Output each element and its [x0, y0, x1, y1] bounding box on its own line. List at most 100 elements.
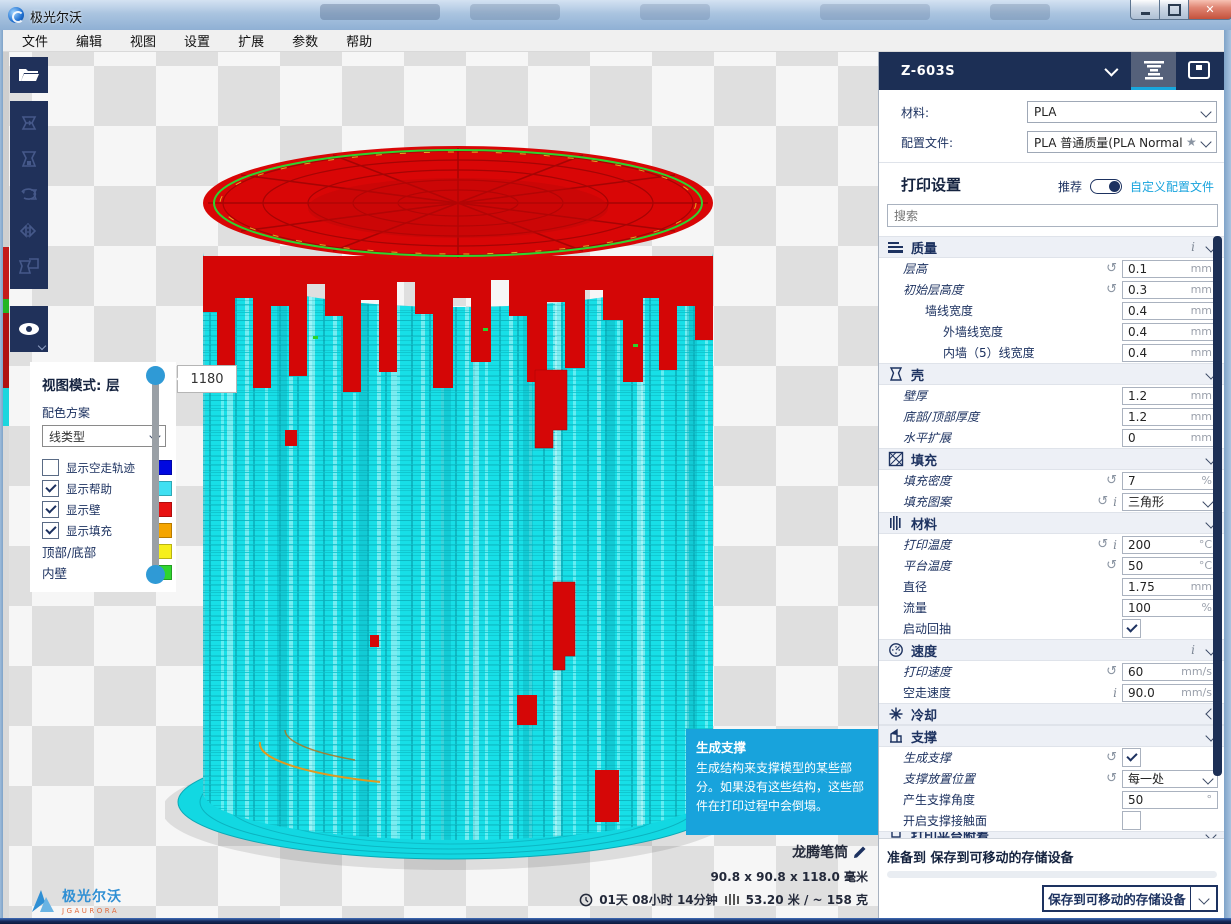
setting-unit: mm [1191, 410, 1212, 423]
setting-value: 100 [1128, 601, 1151, 615]
undo-icon[interactable]: ↺ [1106, 283, 1117, 296]
settings-scrollbar[interactable] [1213, 236, 1222, 776]
clock-icon [579, 893, 593, 907]
section-header-quality[interactable]: 质量i [879, 236, 1225, 258]
setting-input[interactable]: 0.1mm [1122, 260, 1218, 278]
setting-select[interactable]: 每一处 [1122, 770, 1218, 788]
mirror-tool-icon[interactable] [18, 220, 40, 242]
setting-input[interactable]: 60mm/s [1122, 663, 1218, 681]
menu-item[interactable]: 编辑 [62, 29, 116, 52]
setting-input[interactable]: 50°C [1122, 557, 1218, 575]
print-time: 01天 08小时 14分钟 [599, 891, 717, 908]
menu-item[interactable]: 参数 [278, 29, 332, 52]
undo-icon[interactable]: ↺ [1106, 665, 1117, 678]
menu-item[interactable]: 视图 [116, 29, 170, 52]
setting-input[interactable]: 0.3mm [1122, 281, 1218, 299]
scale-tool-icon[interactable] [18, 148, 40, 170]
per-model-settings-icon[interactable] [17, 256, 41, 278]
tab-print-settings[interactable] [1131, 52, 1176, 90]
material-select[interactable]: PLA [1027, 101, 1217, 123]
info-icon[interactable]: i [1113, 495, 1117, 509]
setting-checkbox[interactable] [1122, 619, 1141, 638]
section-header-cooling[interactable]: 冷却 [879, 703, 1225, 725]
section-header-adhesion[interactable]: 打印平台附着 [879, 831, 1225, 838]
view-option-checkbox[interactable] [42, 459, 59, 476]
viewport-3d[interactable]: 视图模式: 层 配色方案 线类型 显示空走轨迹显示帮助显示壁显示填充顶部/底部内… [0, 52, 878, 918]
rotate-tool-icon[interactable] [18, 184, 40, 206]
info-icon[interactable]: i [1191, 240, 1195, 254]
setting-checkbox[interactable] [1122, 811, 1141, 830]
undo-icon[interactable]: ↺ [1106, 559, 1117, 572]
setting-value: 0.4 [1128, 325, 1147, 339]
info-icon[interactable]: i [1113, 538, 1117, 552]
settings-list: 质量i层高↺0.1mm初始层高度↺0.3mm墙线宽度0.4mm外墙线宽度0.4m… [879, 236, 1225, 838]
section-header-infill[interactable]: 填充 [879, 448, 1225, 470]
close-button[interactable]: ✕ [1188, 0, 1231, 20]
info-icon[interactable]: i [1113, 686, 1117, 700]
setting-input[interactable]: 90.0mm/s [1122, 684, 1218, 702]
setting-input[interactable]: 0mm [1122, 429, 1218, 447]
move-tool-icon[interactable] [18, 112, 40, 134]
menu-item[interactable]: 扩展 [224, 29, 278, 52]
layer-slider-handle-bottom[interactable] [146, 565, 165, 584]
setting-checkbox[interactable] [1122, 748, 1141, 767]
setting-input[interactable]: 1.2mm [1122, 408, 1218, 426]
undo-icon[interactable]: ↺ [1106, 772, 1117, 785]
menu-item[interactable]: 设置 [170, 29, 224, 52]
undo-icon[interactable]: ↺ [1106, 474, 1117, 487]
model-render-pen-holder[interactable] [165, 130, 743, 878]
undo-icon[interactable]: ↺ [1106, 262, 1117, 275]
info-icon[interactable]: i [1191, 643, 1195, 657]
view-option-checkbox[interactable] [42, 522, 59, 539]
setting-select[interactable]: 三角形 [1122, 493, 1218, 511]
setting-input[interactable]: 0.4mm [1122, 323, 1218, 341]
setting-input[interactable]: 200°C [1122, 536, 1218, 554]
window-border-right [1224, 30, 1231, 918]
section-header-shell[interactable]: 壳 [879, 363, 1225, 385]
minimize-button[interactable] [1130, 0, 1161, 20]
setting-row: 产生支撑角度50° [879, 789, 1225, 810]
support-tooltip: 生成支撑 生成结构来支撑模型的某些部分。如果没有这些结构，这些部件在打印过程中会… [686, 729, 878, 835]
section-header-material[interactable]: 材料 [879, 512, 1225, 534]
setting-controls: ↺ i 三角形 [1097, 493, 1218, 511]
undo-icon[interactable]: ↺ [1097, 538, 1108, 551]
undo-icon[interactable]: ↺ [1097, 495, 1108, 508]
setting-input[interactable]: 100% [1122, 599, 1218, 617]
layer-slider-handle-top[interactable] [146, 366, 165, 385]
view-option-checkbox[interactable] [42, 501, 59, 518]
chevron-down-icon[interactable] [1104, 63, 1118, 77]
save-to-removable-button[interactable]: 保存到可移动的存储设备 [1042, 885, 1218, 912]
view-option-checkbox[interactable] [42, 480, 59, 497]
setting-input[interactable]: 50° [1122, 791, 1218, 809]
rename-pencil-icon[interactable] [853, 844, 868, 859]
mode-toggle[interactable] [1090, 179, 1122, 194]
menu-item[interactable]: 帮助 [332, 29, 386, 52]
open-file-button[interactable] [10, 57, 48, 93]
chevron-down-icon[interactable] [1205, 831, 1216, 838]
printer-name[interactable]: Z-603S [901, 64, 955, 79]
section-header-speed[interactable]: 速度i [879, 639, 1225, 661]
custom-profile-link[interactable]: 自定义配置文件 [1130, 178, 1214, 195]
setting-row: 内墙（5）线宽度0.4mm [879, 342, 1225, 363]
undo-icon[interactable]: ↺ [1106, 751, 1117, 764]
setting-input[interactable]: 0.4mm [1122, 344, 1218, 362]
brand-logo: 极光尔沃 JGAURORA [30, 886, 122, 915]
section-header-support[interactable]: 支撑 [879, 725, 1225, 747]
view-mode-button[interactable] [10, 306, 48, 352]
layer-slider-track[interactable] [152, 374, 159, 578]
setting-unit: mm [1191, 580, 1212, 593]
tab-monitor[interactable] [1176, 52, 1221, 90]
color-scheme-select[interactable]: 线类型 [42, 425, 166, 447]
maximize-button[interactable] [1159, 0, 1190, 20]
save-button-dropdown[interactable] [1190, 887, 1216, 910]
material-value: PLA [1034, 105, 1056, 119]
setting-controls: 1.75mm [1122, 578, 1218, 596]
setting-input[interactable]: 0.4mm [1122, 302, 1218, 320]
profile-select[interactable]: PLA 普通质量(PLA Normal Qua ★ [1027, 131, 1217, 153]
search-input[interactable] [888, 209, 1217, 223]
setting-input[interactable]: 1.2mm [1122, 387, 1218, 405]
setting-input[interactable]: 1.75mm [1122, 578, 1218, 596]
setting-input[interactable]: 7% [1122, 472, 1218, 490]
setting-value: 0.3 [1128, 283, 1147, 297]
menu-item[interactable]: 文件 [8, 29, 62, 52]
